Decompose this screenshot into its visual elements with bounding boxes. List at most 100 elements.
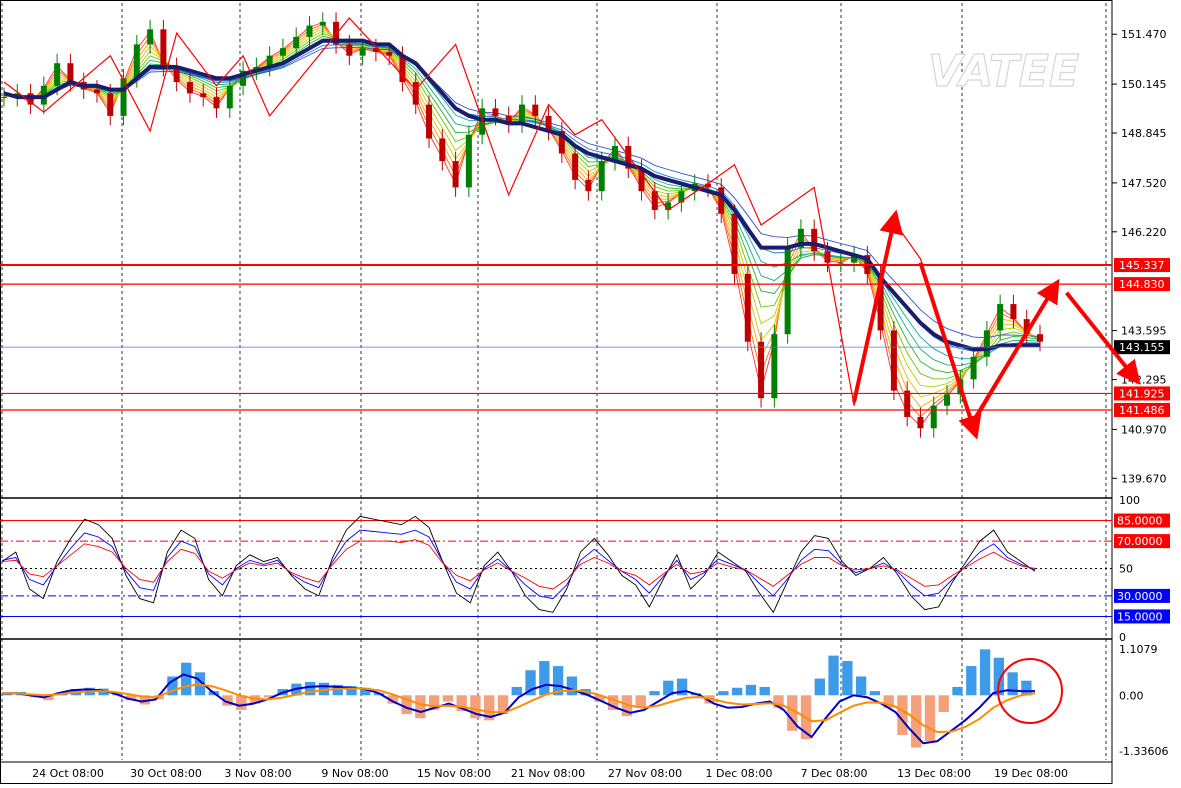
- macd-tick-label: -1.33606: [1119, 745, 1168, 758]
- candle-body[interactable]: [572, 153, 579, 180]
- candle-body[interactable]: [186, 82, 193, 94]
- candle-body[interactable]: [306, 25, 313, 37]
- macd-histogram-bar: [649, 691, 660, 696]
- oscillator-level-label: 70.0000: [1117, 535, 1163, 548]
- candle-body[interactable]: [426, 104, 433, 139]
- price-tick-label: 151.470: [1121, 28, 1167, 41]
- candle-body[interactable]: [67, 63, 74, 83]
- candle-body[interactable]: [890, 330, 897, 391]
- candle-body[interactable]: [93, 89, 100, 94]
- candle-body[interactable]: [784, 247, 791, 335]
- candle-body[interactable]: [930, 405, 937, 429]
- macd-histogram-bar: [842, 661, 853, 696]
- candle-body[interactable]: [532, 104, 539, 116]
- candle-body[interactable]: [160, 29, 167, 67]
- candle-body[interactable]: [904, 390, 911, 417]
- chart-svg[interactable]: 24 Oct 08:00 30 Oct 08:00 3 Nov 08:00 9 Nov…: [0, 0, 1181, 784]
- price-tick-label: 147.520: [1121, 177, 1167, 190]
- candle-body[interactable]: [1010, 304, 1017, 320]
- macd-histogram-bar: [759, 686, 770, 696]
- candle-body[interactable]: [226, 85, 233, 109]
- time-tick-label: 19 Dec 08:00: [994, 767, 1068, 780]
- candle-body[interactable]: [107, 93, 114, 116]
- macd-histogram-bar: [869, 691, 881, 696]
- level-price-label: 144.830: [1119, 278, 1165, 291]
- macd-tick-label: 1.1079: [1119, 643, 1158, 656]
- macd-histogram-bar: [924, 695, 936, 742]
- macd-histogram-bar: [415, 695, 426, 719]
- candle-body[interactable]: [983, 330, 990, 357]
- candle-body[interactable]: [598, 161, 605, 192]
- candle-body[interactable]: [319, 21, 326, 26]
- oscillator-level-label: 30.0000: [1117, 590, 1163, 603]
- time-tick-label: 9 Nov 08:00: [321, 767, 388, 780]
- oscillator-tick-label: 50: [1119, 563, 1133, 576]
- macd-tick-label: 0.00: [1119, 689, 1144, 702]
- candle-body[interactable]: [439, 138, 446, 162]
- price-tick-label: 143.595: [1121, 325, 1167, 338]
- time-tick-label: 15 Nov 08:00: [417, 767, 491, 780]
- time-tick-label: 24 Oct 08:00: [32, 767, 104, 780]
- candle-body[interactable]: [279, 48, 286, 56]
- candle-body[interactable]: [412, 82, 419, 105]
- macd-histogram-bar: [966, 666, 977, 696]
- time-tick-label: 7 Dec 08:00: [801, 767, 868, 780]
- candle-body[interactable]: [293, 36, 300, 49]
- macd-histogram-bar: [814, 678, 825, 696]
- candle-body[interactable]: [147, 29, 154, 45]
- macd-histogram-bar: [442, 695, 454, 702]
- candle-body[interactable]: [386, 51, 393, 56]
- candle-body[interactable]: [492, 108, 499, 116]
- candle-body[interactable]: [200, 93, 207, 98]
- macd-histogram-bar: [979, 649, 991, 696]
- current-price-label: 143.155: [1119, 341, 1165, 354]
- candle-body[interactable]: [997, 304, 1004, 331]
- watermark-logo: VATEE: [928, 46, 1079, 97]
- candle-body[interactable]: [359, 48, 366, 56]
- candle-body[interactable]: [944, 394, 951, 406]
- oscillator-level-label: 85.0000: [1117, 515, 1163, 528]
- candle-body[interactable]: [917, 416, 924, 429]
- candle-body[interactable]: [452, 161, 459, 188]
- macd-histogram-bar: [952, 686, 963, 696]
- macd-histogram-bar: [1007, 672, 1018, 696]
- candle-body[interactable]: [519, 104, 525, 124]
- price-tick-label: 139.670: [1121, 472, 1167, 485]
- macd-histogram-bar: [745, 684, 757, 696]
- oscillator-level-label: 15.0000: [1117, 610, 1163, 623]
- candle-body[interactable]: [771, 334, 778, 399]
- candle-body[interactable]: [465, 134, 472, 188]
- level-price-label: 141.486: [1119, 404, 1165, 417]
- candle-body[interactable]: [758, 341, 765, 399]
- candle-body[interactable]: [213, 97, 220, 109]
- time-tick-label: 27 Nov 08:00: [608, 767, 682, 780]
- level-price-label: 145.337: [1119, 259, 1165, 272]
- trading-chart[interactable]: 24 Oct 08:00 30 Oct 08:00 3 Nov 08:00 9 Nov…: [0, 0, 1181, 784]
- macd-histogram-bar: [938, 695, 949, 712]
- macd-histogram-bar: [731, 687, 743, 696]
- time-tick-label: 30 Oct 08:00: [130, 767, 202, 780]
- macd-histogram-bar: [181, 662, 192, 696]
- candle-body[interactable]: [133, 44, 140, 79]
- macd-histogram-bar: [828, 655, 839, 696]
- price-tick-label: 148.845: [1121, 127, 1167, 140]
- level-price-label: 141.925: [1119, 387, 1165, 400]
- candle-body[interactable]: [346, 44, 353, 56]
- candle-body[interactable]: [54, 63, 61, 86]
- candle-body[interactable]: [970, 356, 977, 380]
- candle-body[interactable]: [585, 179, 592, 192]
- macd-histogram-bar: [511, 686, 522, 696]
- price-tick-label: 140.970: [1121, 423, 1167, 436]
- macd-histogram-bar: [566, 676, 578, 696]
- time-tick-label: 3 Nov 08:00: [224, 767, 291, 780]
- macd-histogram-bar: [539, 661, 550, 696]
- time-tick-label: 21 Nov 08:00: [511, 767, 585, 780]
- time-tick-label: 13 Dec 08:00: [897, 767, 971, 780]
- candle-body[interactable]: [1, 97, 7, 99]
- time-tick-label: 1 Dec 08:00: [706, 767, 773, 780]
- candle-body[interactable]: [1037, 334, 1043, 342]
- candle-body[interactable]: [718, 187, 725, 214]
- oscillator-tick-label: 100: [1119, 494, 1140, 507]
- candle-body[interactable]: [837, 262, 844, 264]
- candle-body[interactable]: [811, 228, 818, 252]
